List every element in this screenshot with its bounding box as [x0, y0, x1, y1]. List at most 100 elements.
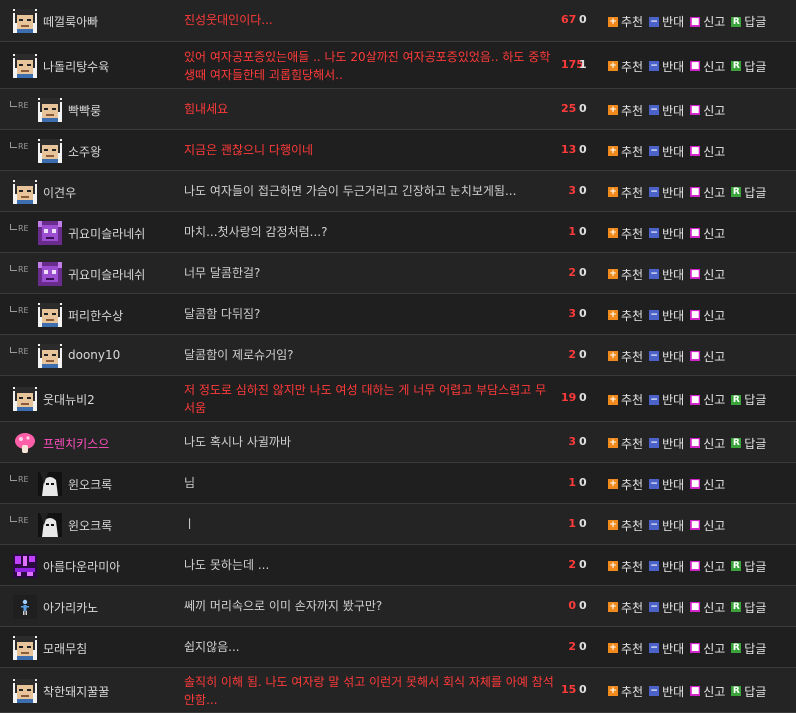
avatar[interactable]: [38, 343, 62, 368]
oppose-button[interactable]: − 반대: [649, 13, 684, 30]
recommend-button[interactable]: + 추천: [608, 58, 643, 75]
recommend-button[interactable]: + 추천: [608, 435, 643, 452]
author-name[interactable]: 떼껄룩아빠: [43, 13, 98, 30]
report-button[interactable]: ■ 신고: [690, 683, 725, 700]
oppose-button[interactable]: − 반대: [649, 143, 684, 160]
avatar[interactable]: [38, 97, 62, 122]
author-name[interactable]: 아름다운라미아: [43, 558, 120, 575]
avatar[interactable]: [38, 302, 62, 327]
reply-label: 답글: [744, 641, 767, 656]
report-button[interactable]: ■ 신고: [690, 58, 725, 75]
report-button[interactable]: ■ 신고: [690, 13, 725, 30]
author-name[interactable]: 귀요미슬라네쉬: [68, 266, 145, 283]
author-name[interactable]: 윈오크록: [68, 517, 112, 534]
reply-button[interactable]: R 답글: [731, 558, 766, 575]
author-name[interactable]: 웃대뉴비2: [43, 391, 95, 408]
recommend-button[interactable]: + 추천: [608, 348, 643, 365]
oppose-button[interactable]: − 반대: [649, 476, 684, 493]
avatar[interactable]: [13, 678, 37, 703]
author-name[interactable]: 퍼리한수상: [68, 307, 123, 324]
report-button[interactable]: ■ 신고: [690, 476, 725, 493]
avatar[interactable]: [13, 387, 37, 411]
avatar[interactable]: [13, 53, 37, 78]
reply-button[interactable]: R 답글: [731, 13, 766, 30]
report-button[interactable]: ■ 신고: [690, 391, 725, 408]
recommend-button[interactable]: + 추천: [608, 143, 643, 160]
oppose-button[interactable]: − 반대: [649, 307, 684, 324]
comment-actions: + 추천 − 반대 ■ 신고 R 답글: [608, 558, 772, 575]
recommend-button[interactable]: + 추천: [608, 558, 643, 575]
report-button[interactable]: ■ 신고: [690, 640, 725, 657]
recommend-button[interactable]: + 추천: [608, 683, 643, 700]
recommend-button[interactable]: + 추천: [608, 184, 643, 201]
report-button[interactable]: ■ 신고: [690, 558, 725, 575]
author-name[interactable]: 윈오크록: [68, 476, 112, 493]
report-button[interactable]: ■ 신고: [690, 435, 725, 452]
report-button[interactable]: ■ 신고: [690, 225, 725, 242]
oppose-button[interactable]: − 반대: [649, 348, 684, 365]
report-button[interactable]: ■ 신고: [690, 348, 725, 365]
report-button[interactable]: ■ 신고: [690, 599, 725, 616]
author-name[interactable]: doony10: [68, 348, 120, 362]
report-button[interactable]: ■ 신고: [690, 102, 725, 119]
report-icon: ■: [690, 16, 701, 27]
oppose-button[interactable]: − 반대: [649, 640, 684, 657]
recommend-button[interactable]: + 추천: [608, 640, 643, 657]
avatar[interactable]: [13, 179, 37, 204]
avatar[interactable]: [13, 635, 37, 660]
report-button[interactable]: ■ 신고: [690, 143, 725, 160]
recommend-button[interactable]: + 추천: [608, 13, 643, 30]
recommend-button[interactable]: + 추천: [608, 307, 643, 324]
author-name[interactable]: 빡빡룽: [68, 102, 101, 119]
report-button[interactable]: ■ 신고: [690, 266, 725, 283]
author-name[interactable]: 이견우: [43, 184, 76, 201]
oppose-button[interactable]: − 반대: [649, 58, 684, 75]
reply-button[interactable]: R 답글: [731, 391, 766, 408]
recommend-button[interactable]: + 추천: [608, 266, 643, 283]
reply-button[interactable]: R 답글: [731, 640, 766, 657]
oppose-button[interactable]: − 반대: [649, 266, 684, 283]
avatar[interactable]: [13, 9, 37, 33]
recommend-button[interactable]: + 추천: [608, 391, 643, 408]
recommend-button[interactable]: + 추천: [608, 476, 643, 493]
oppose-button[interactable]: − 반대: [649, 683, 684, 700]
avatar[interactable]: [38, 138, 62, 163]
author-name[interactable]: 소주왕: [68, 143, 101, 160]
author-name[interactable]: 귀요미슬라네쉬: [68, 225, 145, 242]
reply-button[interactable]: R 답글: [731, 599, 766, 616]
oppose-button[interactable]: − 반대: [649, 391, 684, 408]
avatar[interactable]: [38, 220, 62, 245]
report-button[interactable]: ■ 신고: [690, 307, 725, 324]
comment-text: 달콤함 다뒤짐?: [184, 306, 261, 321]
avatar[interactable]: [38, 512, 62, 537]
reply-button[interactable]: R 답글: [731, 58, 766, 75]
comment-text: 저 정도로 심하진 않지만 나도 여성 대하는 게 너무 어렵고 부담스럽고 무…: [184, 383, 547, 415]
author-name[interactable]: 모래무침: [43, 640, 87, 657]
author-name[interactable]: 프렌치키스으: [43, 435, 109, 452]
avatar[interactable]: [38, 471, 62, 496]
author-name[interactable]: 나돌리탕수육: [43, 58, 109, 75]
oppose-button[interactable]: − 반대: [649, 599, 684, 616]
recommend-button[interactable]: + 추천: [608, 225, 643, 242]
avatar[interactable]: [13, 594, 37, 619]
reply-button[interactable]: R 답글: [731, 184, 766, 201]
recommend-button[interactable]: + 추천: [608, 517, 643, 534]
author-name[interactable]: 아가리카노: [43, 599, 98, 616]
avatar[interactable]: [38, 261, 62, 286]
report-button[interactable]: ■ 신고: [690, 517, 725, 534]
reply-button[interactable]: R 답글: [731, 435, 766, 452]
oppose-button[interactable]: − 반대: [649, 435, 684, 452]
recommend-button[interactable]: + 추천: [608, 102, 643, 119]
oppose-button[interactable]: − 반대: [649, 225, 684, 242]
report-button[interactable]: ■ 신고: [690, 184, 725, 201]
oppose-button[interactable]: − 반대: [649, 184, 684, 201]
author-name[interactable]: 착한돼지꿀꿀: [43, 683, 109, 700]
avatar[interactable]: [13, 431, 37, 455]
avatar[interactable]: [13, 553, 37, 578]
oppose-button[interactable]: − 반대: [649, 102, 684, 119]
recommend-button[interactable]: + 추천: [608, 599, 643, 616]
reply-button[interactable]: R 답글: [731, 683, 766, 700]
reply-icon: R: [731, 643, 742, 653]
oppose-button[interactable]: − 반대: [649, 517, 684, 534]
oppose-button[interactable]: − 반대: [649, 558, 684, 575]
